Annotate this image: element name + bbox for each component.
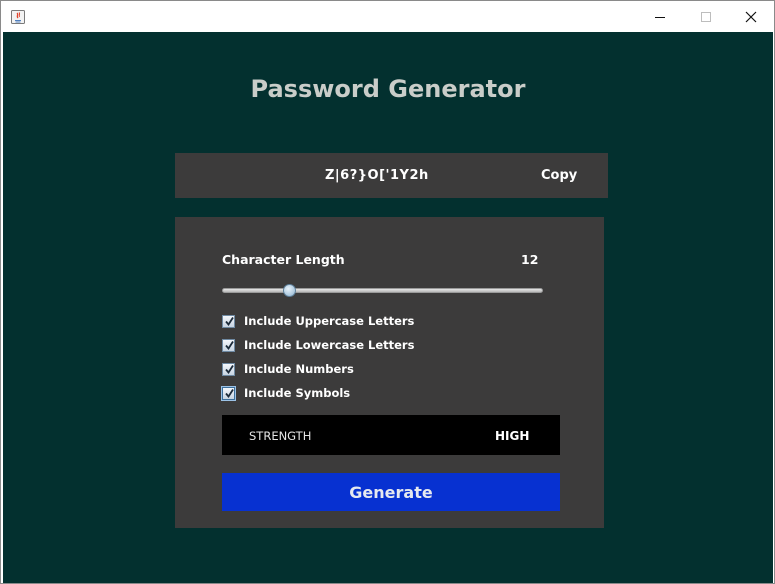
checkmark-icon [225, 364, 234, 374]
maximize-icon [701, 11, 711, 22]
main-content: Password Generator Z|6?}O['1Y2h Copy Cha… [3, 32, 773, 583]
java-app-icon [10, 9, 26, 25]
strength-indicator: STRENGTH HIGH [222, 415, 560, 455]
app-window: Password Generator Z|6?}O['1Y2h Copy Cha… [0, 0, 775, 584]
slider-track[interactable] [222, 288, 543, 293]
length-slider[interactable] [222, 281, 543, 301]
symbols-option[interactable]: Include Symbols [222, 381, 414, 405]
settings-panel: Character Length 12 Include Uppercase Le… [175, 217, 604, 528]
checkmark-icon [225, 388, 234, 398]
lowercase-checkbox[interactable] [222, 338, 235, 352]
uppercase-option[interactable]: Include Uppercase Letters [222, 309, 414, 333]
minimize-button[interactable] [637, 1, 683, 32]
title-bar [1, 1, 774, 32]
length-value: 12 [521, 252, 539, 267]
symbols-label: Include Symbols [244, 386, 351, 400]
app-title: Password Generator [250, 75, 526, 103]
copy-button[interactable]: Copy [541, 168, 577, 183]
symbols-checkbox[interactable] [222, 386, 235, 400]
lowercase-label: Include Lowercase Letters [244, 338, 415, 352]
slider-thumb[interactable] [283, 284, 296, 297]
strength-value: HIGH [495, 429, 530, 443]
close-button[interactable] [728, 1, 774, 32]
numbers-option[interactable]: Include Numbers [222, 357, 414, 381]
lowercase-option[interactable]: Include Lowercase Letters [222, 333, 414, 357]
uppercase-label: Include Uppercase Letters [244, 314, 415, 328]
numbers-label: Include Numbers [244, 362, 354, 376]
length-label: Character Length [222, 252, 345, 267]
checkmark-icon [225, 316, 234, 326]
minimize-icon [655, 16, 665, 18]
checkmark-icon [225, 340, 234, 350]
password-panel: Z|6?}O['1Y2h Copy [175, 153, 608, 198]
strength-label: STRENGTH [249, 429, 312, 443]
generated-password[interactable]: Z|6?}O['1Y2h [325, 168, 429, 183]
uppercase-checkbox[interactable] [222, 314, 235, 328]
numbers-checkbox[interactable] [222, 362, 235, 376]
close-icon [745, 11, 757, 22]
options-list: Include Uppercase Letters Include Lowerc… [222, 309, 414, 405]
maximize-button[interactable] [683, 1, 729, 32]
generate-button[interactable]: Generate [222, 473, 560, 511]
